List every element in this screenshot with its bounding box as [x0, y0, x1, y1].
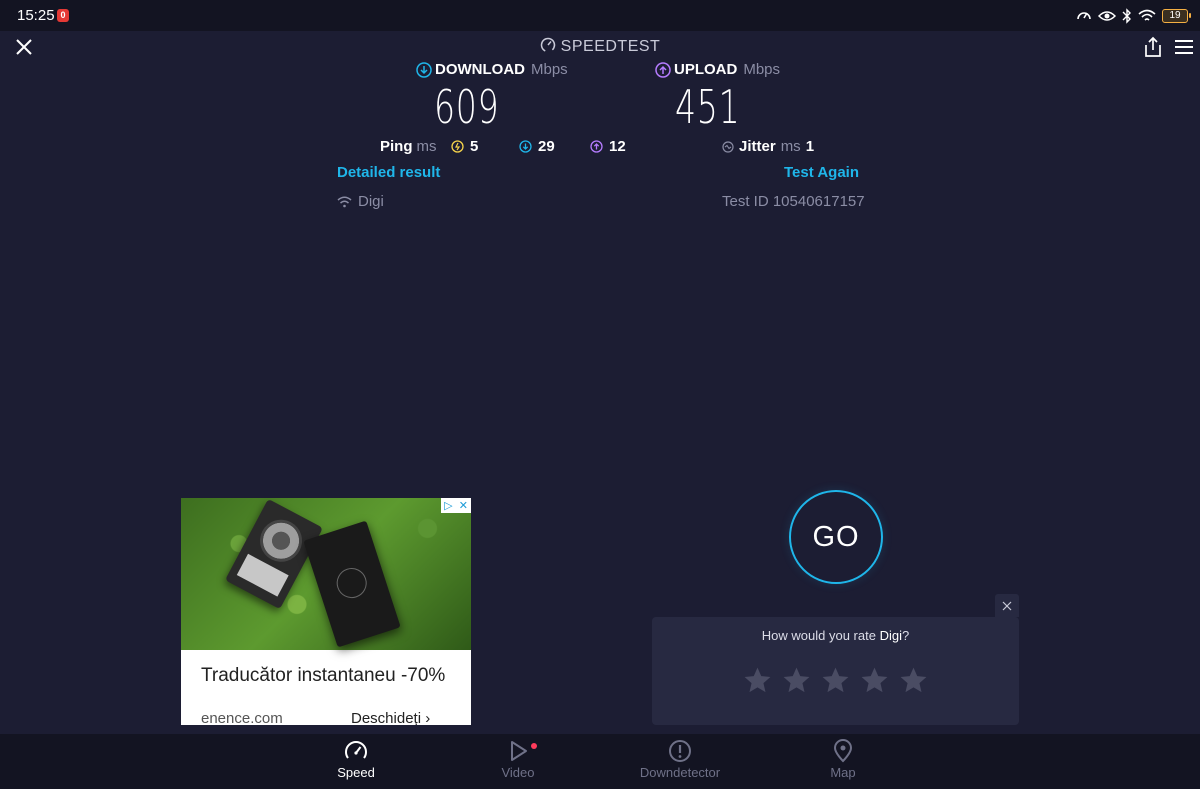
eye-icon — [1098, 11, 1116, 21]
ping-label-group: Ping ms — [380, 138, 437, 155]
ping-idle-icon — [451, 140, 464, 153]
speed-gauge-icon — [345, 741, 367, 759]
ping-unit: ms — [416, 138, 437, 155]
jitter-group: Jitter ms 1 — [722, 138, 814, 155]
provider-name: Digi — [358, 193, 384, 210]
rating-close-button[interactable] — [995, 594, 1019, 617]
ad-choices[interactable]: ▷ ✕ — [441, 498, 471, 513]
nav-map-label: Map — [830, 765, 856, 780]
jitter-label: Jitter — [739, 138, 776, 155]
star-icon[interactable] — [898, 665, 929, 696]
test-again-link[interactable]: Test Again — [784, 164, 859, 181]
notification-dot — [531, 743, 537, 749]
nav-downdetector-label: Downdetector — [639, 765, 721, 780]
ad-close-icon[interactable]: ✕ — [459, 499, 468, 512]
rating-stars — [742, 665, 929, 696]
ping-download: 29 — [519, 138, 555, 155]
status-time: 15:25 — [17, 7, 55, 24]
test-id: Test ID 10540617157 — [722, 193, 865, 210]
ping-label: Ping — [380, 138, 413, 155]
ad-cta-button[interactable]: Deschideți › — [351, 710, 430, 725]
ping-download-value: 29 — [538, 138, 555, 155]
detailed-result-link[interactable]: Detailed result — [337, 164, 440, 181]
alert-icon — [669, 740, 691, 762]
close-icon[interactable] — [1002, 601, 1012, 611]
ping-upload-icon — [590, 140, 603, 153]
download-value: 609 — [434, 80, 500, 134]
jitter-unit: ms — [780, 138, 801, 155]
speedtest-status-icon — [1077, 12, 1091, 20]
provider: Digi — [337, 193, 384, 210]
ad-box-image — [303, 520, 401, 648]
download-unit: Mbps — [531, 61, 568, 78]
play-icon — [511, 741, 527, 761]
ping-idle-value: 5 — [470, 138, 479, 155]
app-title: SPEEDTEST — [0, 37, 1200, 56]
speedtest-logo-icon — [540, 37, 555, 53]
ping-idle: 5 — [451, 138, 478, 155]
download-header: DOWNLOAD Mbps — [416, 61, 568, 78]
bluetooth-icon — [1122, 8, 1131, 24]
ad-image[interactable] — [181, 498, 471, 650]
ad-domain: enence.com — [201, 710, 283, 725]
wifi-provider-icon — [337, 196, 352, 207]
notification-badge: 0 — [57, 9, 69, 22]
star-icon[interactable] — [781, 665, 812, 696]
bottom-nav: Speed Video Downdetector Map — [0, 734, 1200, 789]
jitter-value: 1 — [805, 138, 815, 155]
download-label: DOWNLOAD — [435, 61, 525, 78]
rating-provider: Digi — [879, 628, 902, 643]
nav-speed[interactable]: Speed — [301, 739, 411, 780]
wifi-icon — [1138, 9, 1156, 21]
rating-question: How would you rate Digi? — [652, 628, 1019, 643]
chevron-right-icon: › — [425, 710, 431, 725]
battery-icon: 19 — [1162, 9, 1191, 23]
upload-header: UPLOAD Mbps — [655, 61, 780, 78]
ad-banner[interactable]: ▷ ✕ Traducător instantaneu -70% enence.co… — [181, 498, 471, 725]
nav-video[interactable]: Video — [463, 739, 573, 780]
rating-question-suffix: ? — [901, 628, 910, 643]
ping-upload-value: 12 — [609, 138, 626, 155]
upload-value: 451 — [675, 80, 741, 134]
nav-downdetector[interactable]: Downdetector — [625, 739, 735, 780]
upload-arrow-icon — [655, 61, 671, 78]
nav-speed-label: Speed — [337, 765, 375, 780]
nav-map[interactable]: Map — [788, 739, 898, 780]
status-bar: 15:25 0 19 — [0, 0, 1200, 31]
app-title-text: SPEEDTEST — [560, 38, 661, 55]
download-arrow-icon — [416, 61, 432, 78]
ping-upload: 12 — [590, 138, 626, 155]
ping-download-icon — [519, 140, 532, 153]
ad-cta-label: Deschideți — [351, 710, 422, 725]
jitter-icon — [722, 140, 734, 153]
rating-question-prefix: How would you rate — [761, 628, 880, 643]
star-icon[interactable] — [742, 665, 773, 696]
location-pin-icon — [833, 739, 853, 763]
nav-video-label: Video — [501, 765, 535, 780]
ad-headline[interactable]: Traducător instantaneu -70% — [201, 665, 445, 687]
rating-card: How would you rate Digi? — [652, 617, 1019, 725]
status-icons: 19 — [1076, 7, 1191, 25]
share-icon[interactable] — [1143, 36, 1163, 58]
menu-icon[interactable] — [1174, 38, 1194, 56]
upload-label: UPLOAD — [674, 61, 738, 78]
ad-choices-icon[interactable]: ▷ — [444, 499, 452, 512]
star-icon[interactable] — [859, 665, 890, 696]
star-icon[interactable] — [820, 665, 851, 696]
go-button[interactable]: GO — [789, 490, 883, 584]
upload-unit: Mbps — [743, 61, 781, 78]
